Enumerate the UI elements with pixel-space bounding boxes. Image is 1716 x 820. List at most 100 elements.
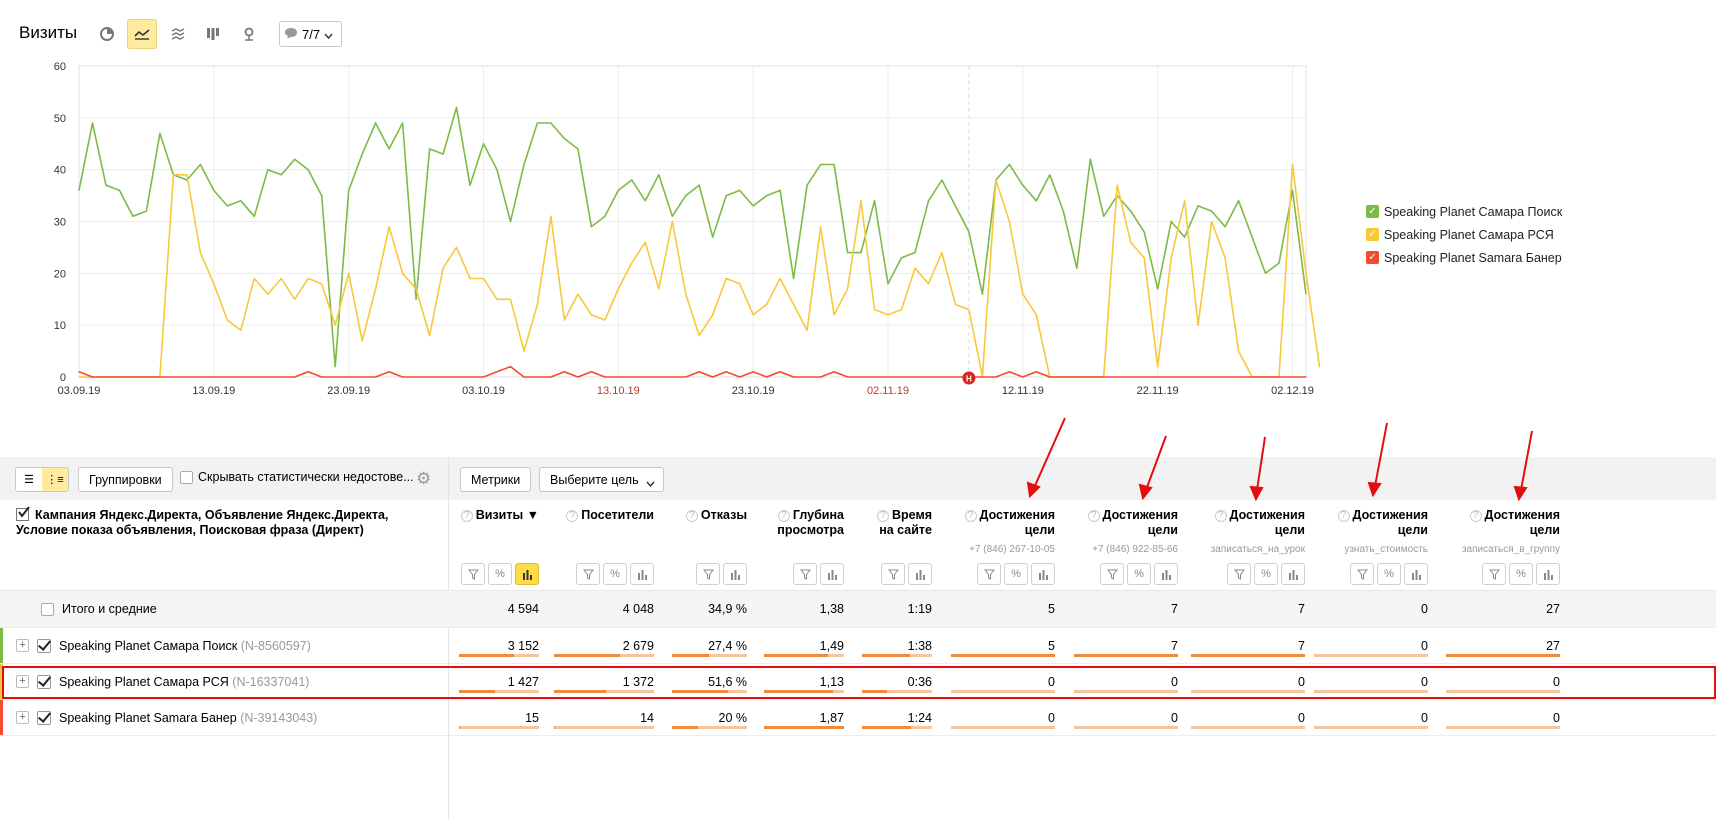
series-color-marker <box>0 700 3 735</box>
visits-line-chart: 0 10 20 30 40 50 60 03.09.19 13.09.19 23.09.19 03.… <box>54 61 1321 397</box>
help-icon[interactable]: ? <box>777 510 790 522</box>
percent-icon[interactable]: % <box>1509 563 1533 585</box>
percent-icon[interactable]: % <box>603 563 627 585</box>
column-header[interactable]: ? Достижения цели +7 (846) 922-85-66 <box>1078 508 1178 557</box>
table-row[interactable]: + Speaking Planet Самара РСЯ (N-16337041)… <box>0 664 1716 700</box>
data-point <box>793 376 795 378</box>
column-header[interactable]: ? Визиты ▼ <box>459 508 539 523</box>
campaign-name[interactable]: Speaking Planet Самара Поиск <box>59 639 237 653</box>
value-bar <box>1074 726 1178 729</box>
data-point <box>1022 293 1024 295</box>
groupings-button[interactable]: Группировки <box>78 467 173 492</box>
row-checkbox[interactable] <box>37 674 51 689</box>
table-row[interactable]: + Speaking Planet Samara Банер (N-3914304… <box>0 700 1716 736</box>
filter-icon[interactable] <box>461 563 485 585</box>
data-point <box>159 376 161 378</box>
help-icon[interactable]: ? <box>685 510 698 522</box>
data-point <box>1318 366 1321 368</box>
column-chart-icon[interactable] <box>1154 563 1178 585</box>
help-icon[interactable]: ? <box>964 510 977 522</box>
goal-select[interactable]: Выберите цель <box>539 467 664 492</box>
help-icon[interactable]: ? <box>877 510 889 522</box>
column-chart-icon[interactable] <box>723 563 747 585</box>
column-chart-icon[interactable] <box>1281 563 1305 585</box>
help-icon[interactable]: ? <box>460 510 473 522</box>
column-chart-icon[interactable] <box>630 563 654 585</box>
help-icon[interactable]: ? <box>1087 510 1100 522</box>
checkbox[interactable] <box>41 602 54 616</box>
data-point <box>954 303 957 306</box>
column-chart-icon[interactable] <box>1536 563 1560 585</box>
table-row[interactable]: + Speaking Planet Самара Поиск (N-8560597… <box>0 628 1716 664</box>
percent-icon[interactable]: % <box>1377 563 1401 585</box>
column-chart-icon[interactable] <box>1404 563 1428 585</box>
filter-icon[interactable] <box>1227 563 1251 585</box>
expand-icon[interactable]: + <box>16 675 29 688</box>
pie-chart-icon[interactable] <box>92 19 122 49</box>
table-cell: 27 <box>1546 638 1560 653</box>
legend-item-search[interactable]: ✓ Speaking Planet Самара Поиск <box>1366 200 1562 223</box>
tree-view-icon[interactable]: ⋮≡ <box>42 468 68 491</box>
help-icon[interactable]: ? <box>1337 510 1350 522</box>
map-icon[interactable] <box>234 19 264 49</box>
row-checkbox[interactable] <box>37 638 51 653</box>
campaign-name[interactable]: Speaking Planet Samara Банер <box>59 711 237 725</box>
checkbox[interactable] <box>180 470 193 484</box>
legend-item-rsya[interactable]: ✓ Speaking Planet Самара РСЯ <box>1366 223 1562 246</box>
percent-icon[interactable]: % <box>1004 563 1028 585</box>
column-tools: % <box>576 563 654 585</box>
column-chart-icon[interactable] <box>908 563 932 585</box>
dimension-header[interactable]: Кампания Яндекс.Директа, Объявление Янде… <box>16 506 436 538</box>
filter-icon[interactable] <box>1100 563 1124 585</box>
filter-icon[interactable] <box>696 563 720 585</box>
column-header[interactable]: ? Время на сайте <box>862 508 932 538</box>
filter-icon[interactable] <box>576 563 600 585</box>
view-toggle[interactable]: ☰ ⋮≡ <box>15 467 69 492</box>
percent-icon[interactable]: % <box>488 563 512 585</box>
list-view-icon[interactable]: ☰ <box>16 468 42 491</box>
help-icon[interactable]: ? <box>566 510 579 522</box>
data-point <box>954 376 957 378</box>
area-chart-icon[interactable] <box>163 19 193 49</box>
column-chart-icon[interactable] <box>1031 563 1055 585</box>
row-checkbox[interactable] <box>37 710 51 725</box>
filter-icon[interactable] <box>977 563 1001 585</box>
filter-icon[interactable] <box>1350 563 1374 585</box>
select-all-checkbox[interactable] <box>16 506 30 521</box>
filter-icon[interactable] <box>881 563 905 585</box>
campaign-name[interactable]: Speaking Planet Самара РСЯ <box>59 675 229 689</box>
hide-insignificant-checkbox[interactable]: Скрывать статистически недостове... <box>180 470 414 484</box>
bar-chart-icon[interactable] <box>198 19 228 49</box>
column-header[interactable]: ? Достижения цели +7 (846) 267-10-05 <box>955 508 1055 557</box>
value-bar <box>672 654 747 657</box>
filter-icon[interactable] <box>1482 563 1506 585</box>
expand-icon[interactable]: + <box>16 711 29 724</box>
filter-icon[interactable] <box>793 563 817 585</box>
column-chart-icon[interactable] <box>515 563 539 585</box>
column-header[interactable]: ? Отказы <box>672 508 747 523</box>
gear-icon[interactable]: ⚙ <box>416 469 431 489</box>
percent-icon[interactable]: % <box>1254 563 1278 585</box>
legend-item-banner[interactable]: ✓ Speaking Planet Samara Банер <box>1366 246 1562 269</box>
data-point <box>78 371 80 373</box>
help-icon[interactable]: ? <box>1469 510 1482 522</box>
column-header[interactable]: ? Достижения цели записаться_на_урок <box>1195 508 1305 557</box>
data-point <box>590 314 592 316</box>
annotations-dropdown[interactable]: 7/7 <box>279 21 342 47</box>
data-point <box>105 184 107 186</box>
column-header[interactable]: ? Достижения цели узнать_стоимость <box>1318 508 1428 557</box>
metrics-button[interactable]: Метрики <box>460 467 532 492</box>
column-title: Достижения цели <box>979 508 1055 537</box>
column-header[interactable]: ? Посетители <box>554 508 654 523</box>
goal-name: записаться_в_группу <box>1461 544 1560 555</box>
line-chart-icon[interactable] <box>127 19 157 49</box>
expand-icon[interactable]: + <box>16 639 29 652</box>
value-bar <box>764 654 844 657</box>
column-title: Достижения цели <box>1352 508 1428 537</box>
column-header[interactable]: ? Достижения цели записаться_в_группу <box>1450 508 1560 557</box>
percent-icon[interactable]: % <box>1127 563 1151 585</box>
column-title: Достижения цели <box>1229 508 1305 537</box>
column-chart-icon[interactable] <box>820 563 844 585</box>
column-header[interactable]: ? Глубина просмотра <box>764 508 844 538</box>
help-icon[interactable]: ? <box>1214 510 1227 522</box>
